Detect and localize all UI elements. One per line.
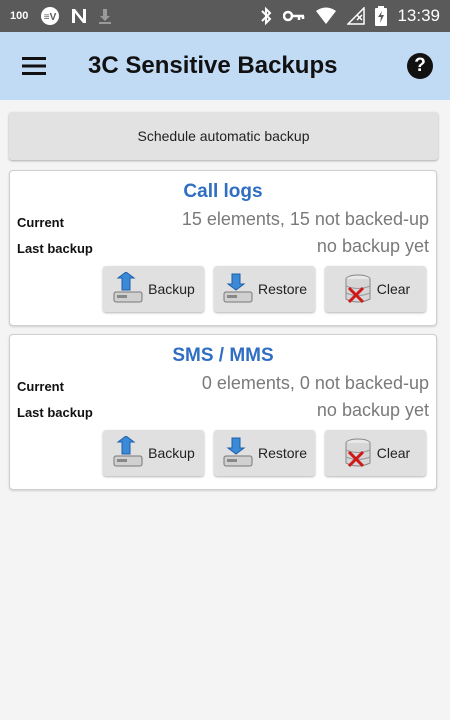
app-bar: 3C Sensitive Backups ? — [0, 32, 450, 100]
status-right-group: 13:39 — [259, 6, 440, 26]
clear-database-icon — [341, 436, 375, 470]
last-backup-value: no backup yet — [316, 236, 429, 256]
download-icon — [98, 7, 112, 25]
last-backup-label: Last backup — [17, 405, 93, 420]
clear-button[interactable]: Clear — [325, 266, 426, 312]
battery-level-text: 100 — [10, 10, 29, 22]
n-notification-icon — [70, 7, 88, 25]
key-icon — [283, 9, 305, 23]
call-logs-card: Call logs Current 15 elements, 15 not ba… — [9, 170, 437, 326]
backup-button[interactable]: Backup — [103, 266, 204, 312]
vpn-icon: ≡V — [40, 6, 60, 26]
current-value: 15 elements, 15 not backed-up — [181, 209, 429, 229]
clear-label: Clear — [376, 445, 411, 461]
clear-database-icon — [341, 272, 375, 306]
card-title: Call logs — [183, 181, 263, 202]
action-buttons: Backup Restore Clear — [103, 266, 426, 312]
help-button[interactable]: ? — [390, 32, 450, 100]
restore-icon — [222, 436, 256, 470]
backup-label: Backup — [148, 445, 195, 461]
clear-label: Clear — [376, 281, 411, 297]
sms-mms-card: SMS / MMS Current 0 elements, 0 not back… — [9, 334, 437, 490]
status-bar: 100 ≡V 13:39 — [0, 0, 450, 32]
card-title: SMS / MMS — [172, 345, 274, 366]
svg-text:≡V: ≡V — [44, 12, 57, 23]
backup-icon — [112, 436, 146, 470]
help-icon: ? — [407, 53, 433, 79]
backup-label: Backup — [148, 281, 195, 297]
restore-label: Restore — [257, 445, 308, 461]
restore-button[interactable]: Restore — [214, 430, 315, 476]
backup-button[interactable]: Backup — [103, 430, 204, 476]
app-title: 3C Sensitive Backups — [88, 52, 338, 79]
current-label: Current — [17, 379, 64, 394]
restore-icon — [222, 272, 256, 306]
hamburger-menu-button[interactable] — [0, 32, 68, 100]
current-label: Current — [17, 215, 64, 230]
clock: 13:39 — [397, 6, 440, 25]
bluetooth-icon — [259, 6, 273, 26]
current-value: 0 elements, 0 not backed-up — [201, 373, 429, 393]
action-buttons: Backup Restore Clear — [103, 430, 426, 476]
battery-icon — [375, 6, 388, 26]
status-left-group: 100 ≡V — [10, 6, 112, 26]
schedule-automatic-backup-button[interactable]: Schedule automatic backup — [9, 112, 438, 160]
backup-icon — [112, 272, 146, 306]
last-backup-label: Last backup — [17, 241, 93, 256]
clear-button[interactable]: Clear — [325, 430, 426, 476]
restore-button[interactable]: Restore — [214, 266, 315, 312]
wifi-icon — [315, 7, 337, 25]
hamburger-menu-icon — [22, 57, 46, 75]
signal-icon — [347, 7, 366, 25]
restore-label: Restore — [257, 281, 308, 297]
last-backup-value: no backup yet — [316, 400, 429, 420]
